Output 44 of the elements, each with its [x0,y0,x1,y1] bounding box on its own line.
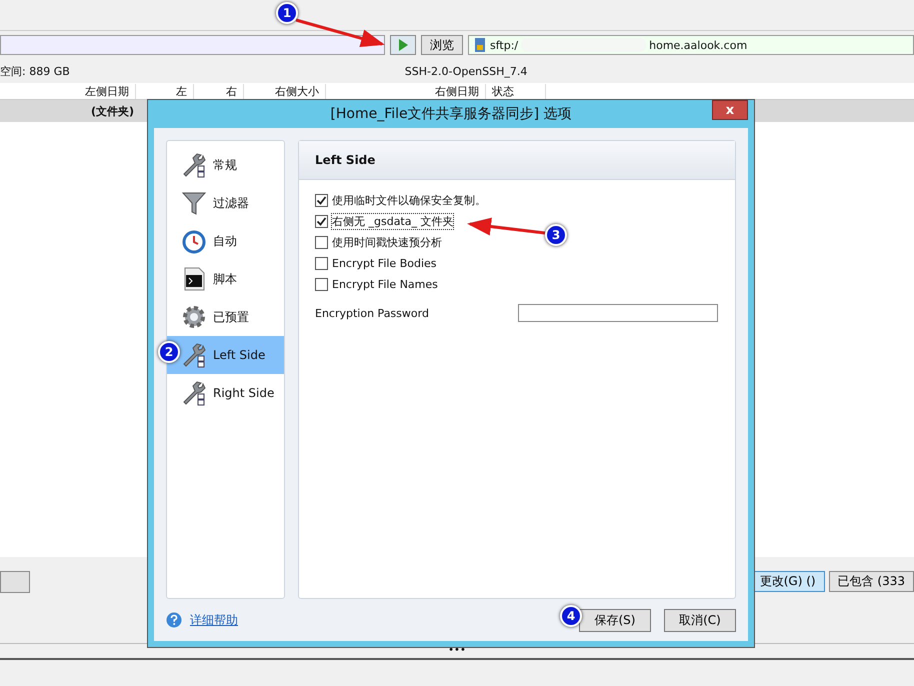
save-button[interactable]: 保存(S) [579,608,651,632]
play-icon [397,38,409,52]
toolbar-button[interactable] [0,571,30,593]
checkbox-label[interactable]: Encrypt File Names [332,278,438,291]
checkbox-label[interactable]: 使用临时文件以确保安全复制。 [332,193,486,208]
checkbox-label[interactable]: Encrypt File Bodies [332,257,437,270]
table-cell-text: (文件夹) [90,104,134,118]
panel-title: Left Side [315,153,376,167]
help-icon [166,612,182,628]
column-header[interactable]: 左侧日期 [0,84,136,98]
nav-item[interactable]: 自动 [167,222,284,260]
cancel-button[interactable]: 取消(C) [664,608,736,632]
nav-item[interactable]: 已预置 [167,298,284,336]
free-space-text: 空间: 889 GB [0,64,70,78]
nav-item[interactable]: 常规 [167,146,284,184]
checkbox-label[interactable]: 使用时间戳快速预分析 [332,235,442,250]
checkbox[interactable] [315,215,328,228]
wrench-icon [181,342,207,368]
nav-item[interactable]: 脚本 [167,260,284,298]
password-field[interactable] [518,304,718,322]
help-link[interactable]: 详细帮助 [190,612,238,628]
splitter-handle[interactable]: ••• [448,644,466,658]
nav-item[interactable]: Right Side [167,374,284,412]
wrench-icon [181,152,207,178]
password-label: Encryption Password [315,306,429,320]
url-field[interactable]: sftp:/ home.aalook.com [468,35,914,55]
server-icon [473,37,487,53]
checkbox[interactable] [315,278,328,291]
browse-button[interactable]: 浏览 [421,35,463,55]
nav-item[interactable]: 过滤器 [167,184,284,222]
checkbox-label[interactable]: 右侧无 _gsdata_ 文件夹 [332,214,454,229]
gear-icon [181,304,207,330]
path-field[interactable] [0,35,385,55]
run-button[interactable] [390,35,416,55]
close-button[interactable]: x [712,100,748,120]
wrench-icon [181,380,207,406]
checkbox[interactable] [315,257,328,270]
funnel-icon [181,190,207,216]
filter-button[interactable]: 已包含 (333 [828,571,914,592]
clock-icon [181,228,207,254]
ssh-version-text: SSH-2.0-OpenSSH_7.4 [404,64,528,78]
window-title: [Home_File文件共享服务器同步] 选项 [330,105,572,123]
checkbox[interactable] [315,194,328,207]
checkbox[interactable] [315,236,328,249]
